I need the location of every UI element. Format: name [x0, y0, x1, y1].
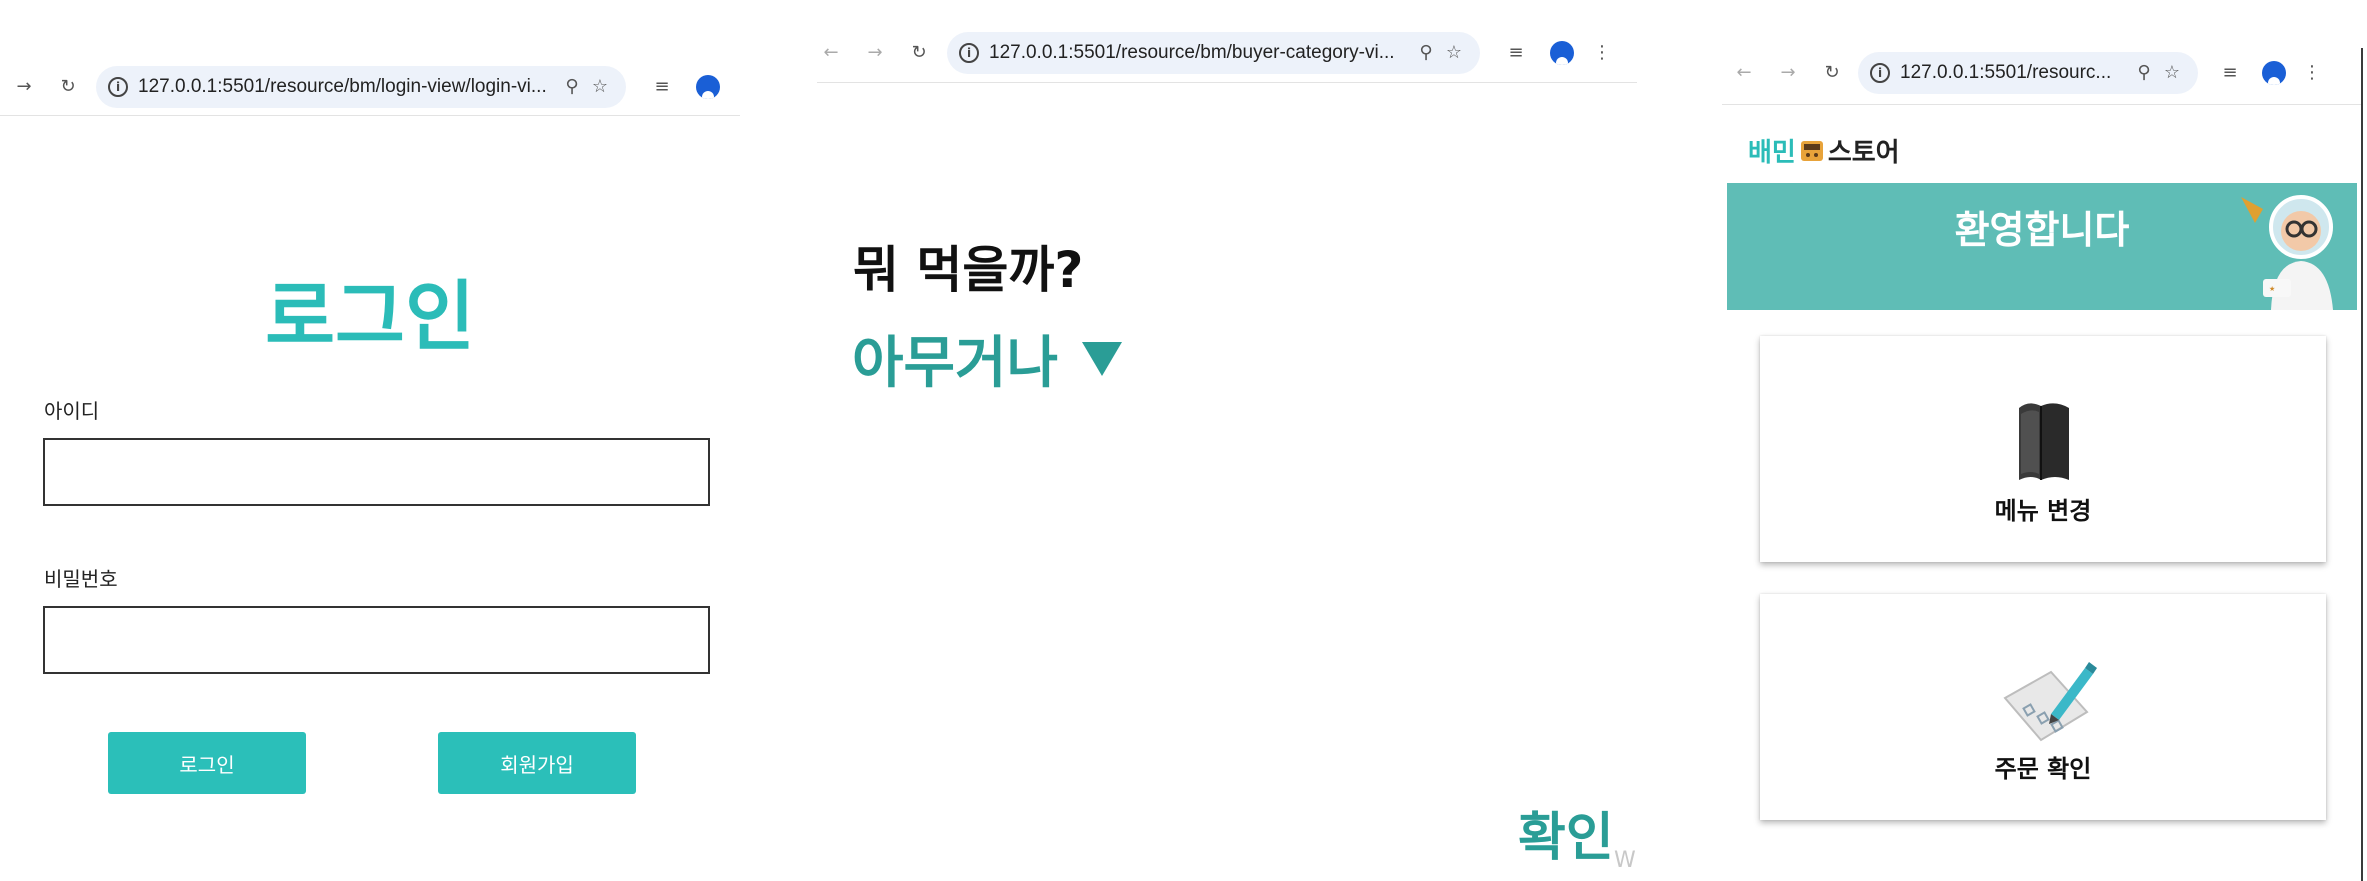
order-check-card[interactable]: 주문 확인	[1760, 594, 2326, 820]
signup-button[interactable]: 회원가입	[438, 732, 636, 794]
bookmark-star-icon[interactable]: ☆	[586, 73, 614, 101]
brand-name-part2: 스토어	[1827, 138, 1900, 168]
id-input[interactable]	[43, 438, 710, 506]
zoom-icon[interactable]: ⚲	[1412, 39, 1440, 67]
address-bar-3[interactable]: i 127.0.0.1:5501/resourc... ⚲ ☆	[1858, 52, 2198, 94]
address-bar-2[interactable]: i 127.0.0.1:5501/resource/bm/buyer-categ…	[947, 32, 1480, 74]
forward-icon[interactable]: →	[861, 39, 889, 67]
confirm-button[interactable]: 확인	[1518, 795, 1614, 870]
welcome-banner: 환영합니다 ★	[1727, 183, 2357, 310]
url-text: 127.0.0.1:5501/resource/bm/buyer-categor…	[989, 42, 1395, 63]
forward-icon[interactable]: →	[1774, 59, 1802, 87]
dropdown-triangle-icon	[1082, 341, 1123, 376]
media-queue-icon[interactable]: ≡	[2216, 59, 2244, 87]
menu-book-icon	[2019, 403, 2069, 480]
reload-icon[interactable]: ↻	[905, 39, 933, 67]
bookmark-star-icon[interactable]: ☆	[1440, 39, 1468, 67]
toolbar-divider-1	[0, 115, 740, 116]
url-text: 127.0.0.1:5501/resource/bm/login-view/lo…	[138, 76, 547, 97]
profile-avatar-icon[interactable]	[1550, 41, 1574, 65]
svg-text:★: ★	[2269, 285, 2275, 293]
category-question: 뭐 먹을까?	[853, 241, 1084, 299]
site-info-icon[interactable]: i	[1870, 63, 1890, 83]
zoom-icon[interactable]: ⚲	[2130, 59, 2158, 87]
page-title: 로그인	[265, 272, 475, 361]
browser-toolbar-3: ← → ↻ i 127.0.0.1:5501/resourc... ⚲ ☆ ≡ …	[1730, 48, 2360, 98]
selected-category: 아무거나	[852, 331, 1059, 396]
media-queue-icon[interactable]: ≡	[648, 73, 676, 101]
site-info-icon[interactable]: i	[108, 77, 128, 97]
toolbar-divider-2	[817, 82, 1637, 83]
brand-logo[interactable]: 배민 스토어	[1748, 132, 1900, 169]
password-input[interactable]	[43, 606, 710, 674]
bookmark-star-icon[interactable]: ☆	[2158, 59, 2186, 87]
back-icon[interactable]: ←	[1730, 59, 1758, 87]
media-queue-icon[interactable]: ≡	[1502, 39, 1530, 67]
card-label: 메뉴 변경	[1994, 497, 2092, 525]
browser-toolbar-2: ← → ↻ i 127.0.0.1:5501/resource/bm/buyer…	[817, 28, 1637, 78]
category-select[interactable]: 아무거나	[852, 318, 1123, 399]
back-icon[interactable]: ←	[817, 39, 845, 67]
more-menu-icon[interactable]: ⋮	[2298, 59, 2326, 87]
toolbar-divider-3	[1722, 104, 2362, 105]
menu-change-card[interactable]: 메뉴 변경	[1760, 336, 2326, 562]
reload-icon[interactable]: ↻	[54, 73, 82, 101]
brand-mascot-icon	[1800, 140, 1823, 161]
forward-icon[interactable]: →	[10, 73, 38, 101]
url-text: 127.0.0.1:5501/resourc...	[1900, 62, 2112, 83]
zoom-icon[interactable]: ⚲	[558, 73, 586, 101]
mascot-astronaut-icon: ★	[2241, 195, 2333, 310]
reload-icon[interactable]: ↻	[1818, 59, 1846, 87]
order-checklist-icon	[2003, 662, 2097, 742]
address-bar-1[interactable]: i 127.0.0.1:5501/resource/bm/login-view/…	[96, 66, 626, 108]
window-edge	[2361, 48, 2363, 881]
profile-avatar-icon[interactable]	[2262, 61, 2286, 85]
more-menu-icon[interactable]: ⋮	[1588, 39, 1616, 67]
card-label: 주문 확인	[1994, 755, 2092, 783]
profile-avatar-icon[interactable]	[696, 75, 720, 99]
password-label: 비밀번호	[44, 567, 118, 591]
site-info-icon[interactable]: i	[959, 43, 979, 63]
browser-toolbar-1: → ↻ i 127.0.0.1:5501/resource/bm/login-v…	[10, 62, 740, 112]
id-label: 아이디	[44, 399, 100, 423]
watermark-text: W	[1614, 848, 1636, 873]
login-button[interactable]: 로그인	[108, 732, 306, 794]
brand-name-part1: 배민	[1748, 138, 1796, 168]
